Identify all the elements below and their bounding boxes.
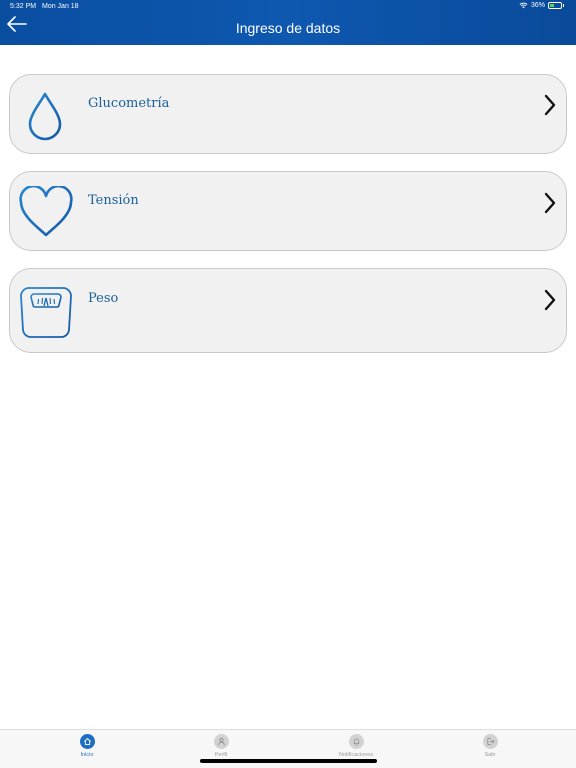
status-bar: 5:32 PM Mon Jan 18 36% <box>0 0 576 14</box>
person-icon <box>213 734 229 749</box>
home-icon <box>79 734 95 749</box>
page-title: Ingreso de datos <box>235 20 341 36</box>
menu-item-label: Peso <box>88 291 119 306</box>
menu-item-peso[interactable]: Peso <box>9 268 567 353</box>
menu-item-label: Tensión <box>88 193 139 208</box>
battery-icon <box>548 2 562 9</box>
logout-icon <box>482 734 498 749</box>
screen: 5:32 PM Mon Jan 18 36% Ingreso de datos <box>0 0 576 768</box>
chevron-right-icon <box>544 94 556 116</box>
status-date: Mon Jan 18 <box>42 3 79 10</box>
chevron-right-icon <box>544 289 556 311</box>
battery-percent: 36% <box>530 2 545 9</box>
status-time: 5:32 PM <box>10 3 37 10</box>
status-indicators: 36% <box>519 2 564 9</box>
tab-salir[interactable]: Salir <box>445 734 535 764</box>
water-drop-icon <box>28 92 62 141</box>
menu-item-tension[interactable]: Tensión <box>9 171 567 251</box>
tab-label: Inicio <box>80 752 94 758</box>
tab-inicio[interactable]: Inicio <box>42 734 132 764</box>
tab-label: Perfil <box>214 752 228 758</box>
scale-icon <box>20 287 72 338</box>
tab-label: Salir <box>484 752 496 758</box>
menu-item-label: Glucometría <box>88 96 170 111</box>
chevron-right-icon <box>544 192 556 214</box>
heart-icon <box>19 186 73 237</box>
bell-icon <box>348 734 364 749</box>
home-indicator <box>200 759 377 763</box>
wifi-icon <box>519 2 528 9</box>
menu-item-glucometria[interactable]: Glucometría <box>9 74 567 154</box>
header-bar: 5:32 PM Mon Jan 18 36% Ingreso de datos <box>0 0 576 45</box>
tab-label: Notificaciones <box>338 752 374 758</box>
